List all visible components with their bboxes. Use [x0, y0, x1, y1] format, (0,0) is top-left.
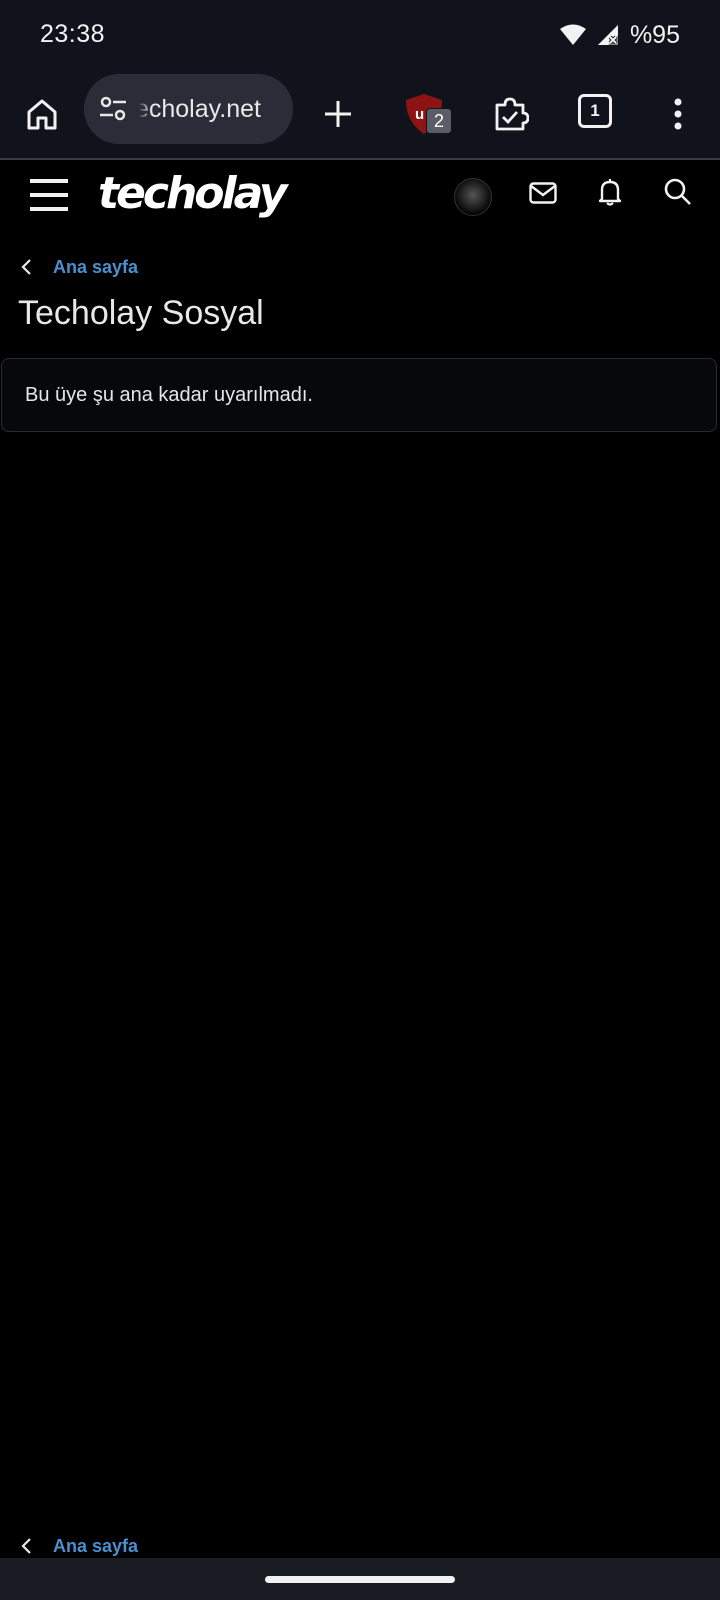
battery-level: %95: [629, 20, 680, 49]
gesture-handle[interactable]: [265, 1576, 455, 1583]
site-logo[interactable]: techolay: [98, 168, 288, 219]
site-settings-icon[interactable]: [98, 95, 128, 123]
extension-icon: [495, 97, 529, 131]
breadcrumb-link-home[interactable]: Ana sayfa: [53, 257, 138, 278]
browser-toolbar: techolay.net u 2 1: [0, 70, 720, 160]
url-fade: [138, 84, 152, 134]
extensions-button[interactable]: [488, 70, 532, 158]
search-icon[interactable]: [664, 178, 692, 206]
notice-text: Bu üye şu ana kadar uyarılmadı.: [25, 384, 313, 406]
avatar[interactable]: [454, 178, 492, 216]
notice-box: Bu üye şu ana kadar uyarılmadı.: [1, 358, 717, 432]
home-icon: [27, 99, 57, 130]
breadcrumb-bottom[interactable]: Ana sayfa: [20, 1531, 138, 1561]
status-bar: 23:38 %95: [0, 0, 720, 70]
tab-switcher-button[interactable]: 1: [578, 94, 612, 128]
url-text[interactable]: techolay.net: [140, 74, 288, 144]
menu-icon[interactable]: [30, 178, 68, 212]
new-tab-button[interactable]: [318, 70, 358, 158]
page-title: Techolay Sosyal: [18, 294, 264, 332]
mail-icon[interactable]: [529, 182, 557, 204]
address-bar[interactable]: techolay.net: [84, 74, 293, 144]
chevron-left-icon: [20, 1531, 40, 1561]
navigation-gesture-area: [0, 1558, 720, 1600]
overflow-menu-icon: [674, 98, 682, 130]
signal-icon: [597, 25, 618, 45]
breadcrumb-link-home[interactable]: Ana sayfa: [53, 1536, 138, 1557]
status-time: 23:38: [40, 20, 106, 48]
overflow-menu-button[interactable]: [660, 70, 696, 158]
site-header: techolay: [0, 160, 720, 236]
home-button[interactable]: [22, 70, 62, 158]
svg-text:u: u: [415, 106, 424, 123]
screen: 23:38 %95 techolay.net u 2 1 techolay An…: [0, 0, 720, 1600]
status-indicators: %95: [559, 20, 680, 50]
breadcrumb-top[interactable]: Ana sayfa: [20, 252, 138, 282]
new-tab-icon: [325, 101, 351, 127]
wifi-icon: [559, 24, 586, 45]
bell-icon[interactable]: [598, 178, 622, 206]
ublock-count-badge: 2: [426, 108, 452, 134]
chevron-left-icon: [20, 252, 40, 282]
